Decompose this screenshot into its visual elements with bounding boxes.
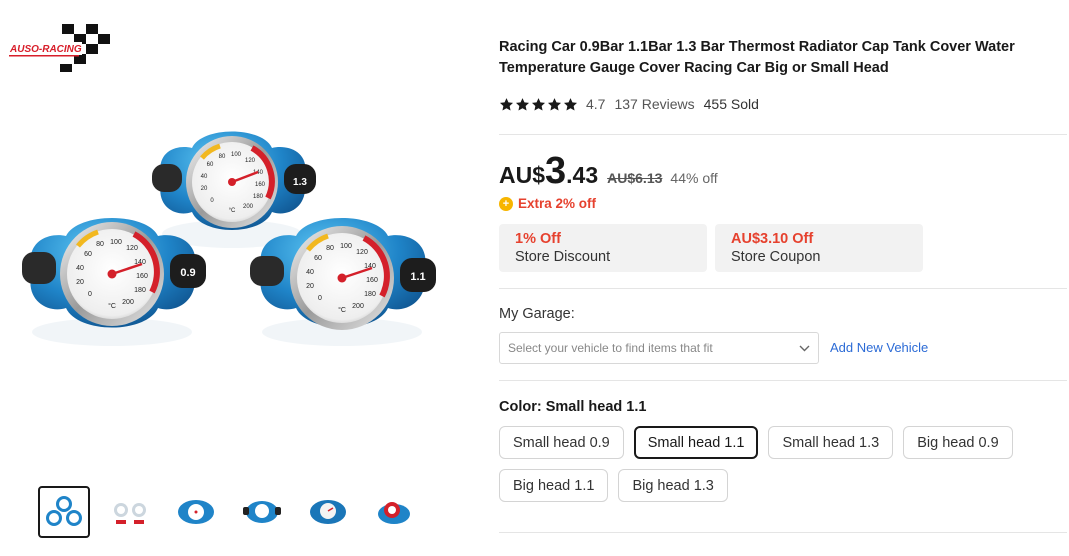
svg-text:160: 160 — [255, 182, 266, 188]
divider — [499, 134, 1067, 135]
divider — [499, 288, 1067, 289]
svg-text:1.3: 1.3 — [293, 177, 307, 188]
rating-stars[interactable] — [499, 97, 578, 112]
product-main-image[interactable]: 1.3 02040 6080100 120140160 180200°C 0.9 — [0, 80, 470, 470]
rating-value: 4.7 — [586, 96, 606, 112]
svg-text:120: 120 — [126, 245, 138, 252]
thumbnail-strip — [38, 486, 420, 538]
price-currency: AU$ — [499, 162, 546, 188]
svg-text:AUSO-RACING: AUSO-RACING — [9, 44, 82, 55]
rating-row: 4.7 137 Reviews 455 Sold — [499, 96, 759, 112]
product-title: Racing Car 0.9Bar 1.1Bar 1.3 Bar Thermos… — [499, 39, 1015, 76]
coupon-amount: 1% Off — [515, 231, 561, 247]
svg-text:160: 160 — [136, 273, 148, 280]
thumb-cap-red[interactable] — [368, 486, 420, 538]
coupon-store-discount[interactable]: 1% Off Store Discount — [499, 224, 707, 272]
product-gallery: AUSO-RACING 1.3 0 20 40 60 80 100 120 16… — [0, 0, 470, 556]
divider — [499, 380, 1067, 381]
coupon-list: 1% Off Store Discount AU$3.10 Off Store … — [499, 224, 923, 272]
svg-text:°C: °C — [108, 302, 116, 310]
svg-text:40: 40 — [306, 269, 314, 276]
star-icon — [499, 97, 514, 110]
color-label: Color: Small head 1.1 — [499, 399, 647, 415]
brand-logo: AUSO-RACING — [8, 24, 110, 72]
thumb-cap-front[interactable] — [170, 486, 222, 538]
svg-text:160: 160 — [366, 277, 378, 284]
extra-discount: + Extra 2% off — [499, 196, 596, 211]
svg-text:0.9: 0.9 — [180, 267, 195, 279]
svg-text:200: 200 — [352, 303, 364, 310]
svg-text:200: 200 — [122, 299, 134, 306]
gauge-cap-1-3: 1.3 02040 6080100 120140160 180200°C — [152, 131, 316, 248]
svg-text:100: 100 — [340, 243, 352, 250]
svg-text:100: 100 — [110, 239, 122, 246]
svg-text:180: 180 — [364, 291, 376, 298]
garage-label: My Garage: — [499, 306, 575, 322]
svg-text:180: 180 — [134, 287, 146, 294]
chevron-down-icon — [799, 345, 810, 351]
coupon-type: Store Discount — [515, 249, 611, 265]
svg-text:0: 0 — [88, 291, 92, 298]
color-option[interactable]: Small head 0.9 — [499, 426, 624, 459]
svg-text:40: 40 — [76, 265, 84, 272]
reviews-link[interactable]: 137 Reviews — [614, 96, 694, 112]
svg-text:60: 60 — [207, 162, 214, 168]
color-option[interactable]: Big head 0.9 — [903, 426, 1013, 459]
svg-text:80: 80 — [96, 241, 104, 248]
price-integer: 3 — [545, 150, 567, 192]
thumb-cap-blue[interactable] — [302, 486, 354, 538]
vehicle-select[interactable]: Select your vehicle to find items that f… — [499, 332, 819, 364]
discount-percent: 44% off — [670, 170, 718, 186]
thumb-three-caps[interactable] — [38, 486, 90, 538]
svg-text:120: 120 — [356, 249, 368, 256]
vehicle-select-placeholder: Select your vehicle to find items that f… — [508, 341, 713, 355]
color-option[interactable]: Small head 1.3 — [768, 426, 894, 459]
coupon-type: Store Coupon — [731, 249, 821, 265]
star-icon — [515, 97, 530, 110]
coupon-amount: AU$3.10 Off — [731, 231, 814, 247]
thumb-two-caps[interactable] — [104, 486, 156, 538]
color-option[interactable]: Big head 1.3 — [618, 469, 728, 502]
sold-count: 455 Sold — [703, 96, 759, 112]
star-icon — [547, 97, 562, 110]
price-row: AU$ 3 .43 AU$6.13 44% off — [499, 152, 718, 190]
svg-text:60: 60 — [84, 251, 92, 258]
svg-text:°C: °C — [338, 306, 346, 314]
svg-text:60: 60 — [314, 255, 322, 262]
plus-coin-icon: + — [499, 196, 513, 211]
svg-text:80: 80 — [326, 245, 334, 252]
svg-text:20: 20 — [76, 279, 84, 286]
color-option-selected[interactable]: Small head 1.1 — [633, 426, 759, 459]
svg-text:40: 40 — [201, 174, 208, 180]
thumb-cap-small[interactable] — [236, 486, 288, 538]
price-decimal: .43 — [566, 162, 599, 188]
star-icon — [563, 97, 578, 110]
svg-text:°C: °C — [229, 208, 236, 214]
original-price: AU$6.13 — [607, 170, 663, 186]
svg-text:100: 100 — [231, 152, 242, 158]
svg-text:20: 20 — [201, 186, 208, 192]
add-vehicle-link[interactable]: Add New Vehicle — [830, 340, 928, 355]
coupon-store-coupon[interactable]: AU$3.10 Off Store Coupon — [715, 224, 923, 272]
gauge-cap-1-1: 1.1 02040 6080 100 120140160 180200°C — [250, 218, 436, 346]
svg-text:120: 120 — [245, 158, 256, 164]
svg-text:80: 80 — [219, 154, 226, 160]
svg-text:0: 0 — [318, 295, 322, 302]
svg-text:180: 180 — [253, 194, 264, 200]
extra-discount-label: Extra 2% off — [518, 196, 597, 211]
color-options: Small head 0.9 Small head 1.1 Small head… — [499, 426, 1067, 502]
color-option[interactable]: Big head 1.1 — [499, 469, 609, 502]
svg-text:200: 200 — [243, 204, 254, 210]
svg-text:20: 20 — [306, 283, 314, 290]
divider — [499, 532, 1067, 533]
star-icon — [531, 97, 546, 110]
svg-text:1.1: 1.1 — [410, 271, 425, 283]
